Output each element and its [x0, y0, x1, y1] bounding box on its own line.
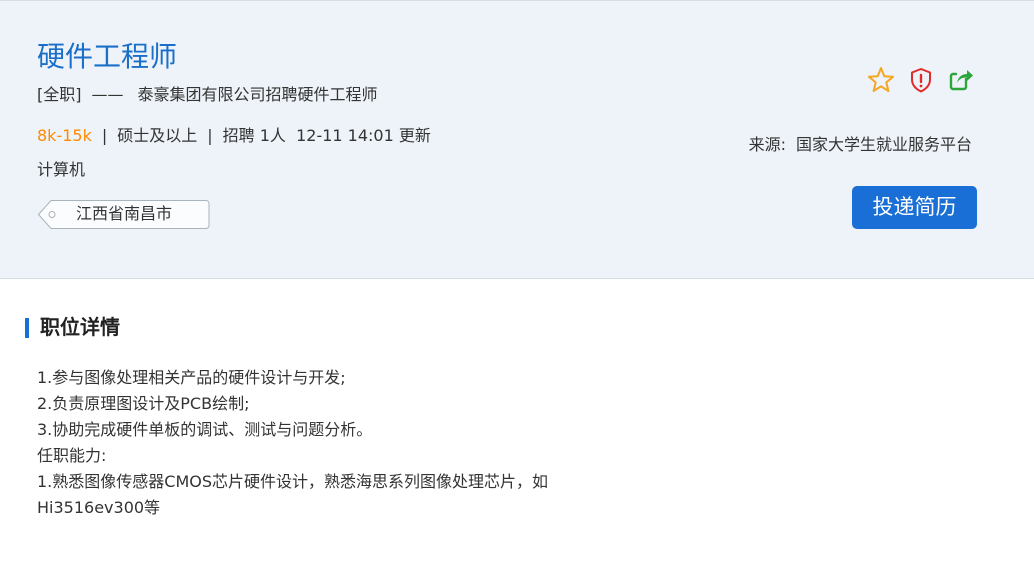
job-header: 硬件工程师 [全职] —— 泰豪集团有限公司招聘硬件工程师 8k-15k | 硕士及以上…: [0, 0, 1034, 279]
star-icon[interactable]: [866, 65, 896, 95]
updated-time: 12-11 14:01 更新: [296, 126, 431, 145]
section-accent-bar: [25, 318, 29, 338]
description-line: 2.负责原理图设计及PCB绘制;: [37, 394, 250, 413]
job-subtitle: [全职] —— 泰豪集团有限公司招聘硬件工程师: [37, 84, 378, 106]
location-text: 江西省南昌市: [76, 204, 173, 223]
education: 硕士及以上: [117, 126, 198, 145]
description-line: 1.参与图像处理相关产品的硬件设计与开发;: [37, 368, 346, 387]
job-title: 硬件工程师: [37, 40, 178, 73]
description-line: 1.熟悉图像传感器CMOS芯片硬件设计，熟悉海思系列图像处理芯片，如: [37, 472, 548, 491]
company-line: 泰豪集团有限公司招聘硬件工程师: [137, 85, 378, 104]
source-label: 来源:: [748, 135, 786, 154]
apply-resume-button[interactable]: 投递简历: [852, 186, 977, 229]
source-value: 国家大学生就业服务平台: [795, 135, 972, 154]
location-tag: 江西省南昌市: [38, 200, 210, 229]
job-meta: 8k-15k | 硕士及以上 | 招聘 1人 12-11 14:01 更新: [37, 125, 431, 147]
headcount: 招聘 1人: [222, 126, 286, 145]
share-icon[interactable]: [946, 65, 976, 95]
job-description: 1.参与图像处理相关产品的硬件设计与开发; 2.负责原理图设计及PCB绘制; 3…: [37, 365, 617, 521]
section-title: 职位详情: [40, 315, 120, 339]
description-line: 3.协助完成硬件单板的调试、测试与问题分析。: [37, 420, 373, 439]
description-line: 任职能力:: [37, 446, 107, 465]
dash-separator: ——: [91, 85, 124, 104]
salary: 8k-15k: [37, 126, 92, 145]
meta-separator: |: [101, 126, 108, 145]
description-line: Hi3516ev300等: [37, 498, 161, 517]
meta-separator: |: [207, 126, 213, 145]
shield-alert-icon[interactable]: [906, 65, 936, 95]
job-type: [全职]: [37, 85, 82, 104]
major: 计算机: [37, 160, 86, 179]
source-line: 来源: 国家大学生就业服务平台: [749, 134, 972, 156]
